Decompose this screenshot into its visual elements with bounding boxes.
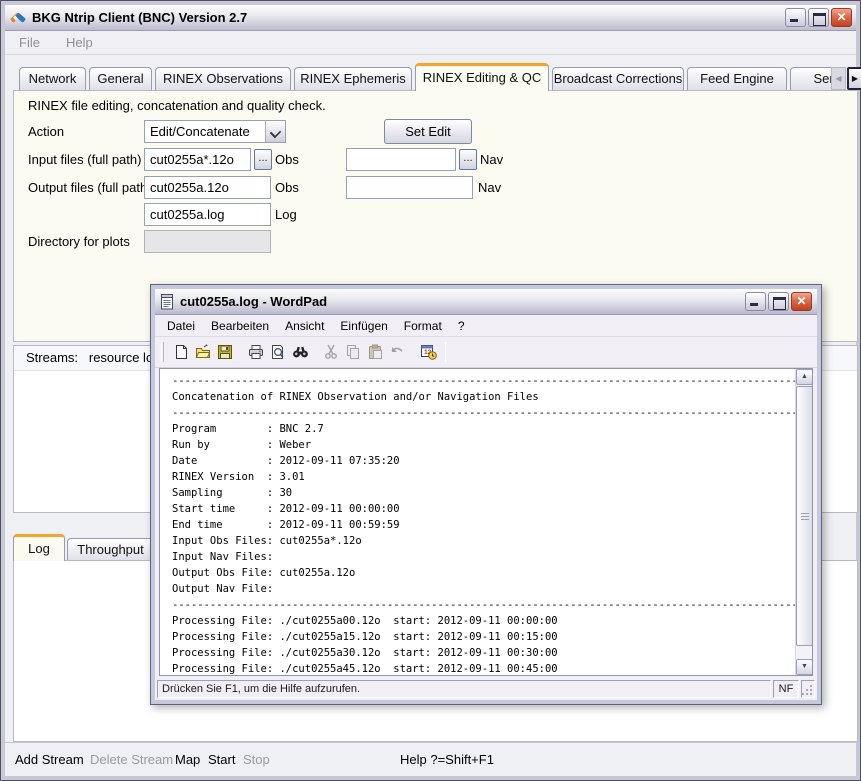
bnc-minimize-button[interactable] bbox=[785, 8, 806, 27]
wordpad-close-button[interactable]: ✕ bbox=[791, 292, 812, 311]
find-icon[interactable] bbox=[289, 341, 311, 363]
bnc-app-icon bbox=[9, 10, 27, 26]
output-obs-suffix-label: Obs bbox=[275, 176, 299, 200]
tab-rinex-observations[interactable]: RINEX Observations bbox=[155, 67, 291, 91]
print-icon[interactable] bbox=[245, 341, 267, 363]
toolbar-separator bbox=[445, 342, 446, 362]
tab-broadcast-corrections[interactable]: Broadcast Corrections bbox=[552, 67, 684, 91]
input-obs-suffix-label: Obs bbox=[275, 148, 299, 172]
wordpad-titlebar[interactable]: cut0255a.log - WordPad ✕ bbox=[155, 289, 817, 315]
action-label: Action bbox=[28, 120, 64, 144]
bottom-button-bar: Add Stream Delete Stream Map Start Stop … bbox=[5, 742, 856, 776]
menu-help[interactable]: Help bbox=[60, 33, 99, 52]
scroll-left-icon: ◀ bbox=[835, 74, 841, 83]
delete-stream-button[interactable]: Delete Stream bbox=[90, 752, 173, 767]
scrollbar-thumb[interactable] bbox=[796, 386, 813, 646]
chevron-down-icon[interactable] bbox=[265, 121, 285, 142]
output-log-field[interactable]: cut0255a.log bbox=[144, 203, 271, 226]
toolbar-gripper[interactable] bbox=[161, 342, 164, 362]
scroll-up-icon: ▲ bbox=[801, 373, 808, 380]
menu-hilfe[interactable]: ? bbox=[450, 317, 473, 335]
scrollbar-down-button[interactable]: ▼ bbox=[796, 659, 813, 675]
bnc-window-title: BKG Ntrip Client (BNC) Version 2.7 bbox=[32, 10, 785, 25]
menu-ansicht[interactable]: Ansicht bbox=[277, 317, 332, 335]
close-icon: ✕ bbox=[832, 9, 851, 26]
input-nav-browse-button[interactable]: ... bbox=[459, 149, 477, 170]
input-files-label: Input files (full path) bbox=[28, 148, 141, 172]
tab-network[interactable]: Network bbox=[19, 67, 86, 91]
wordpad-document-icon bbox=[160, 294, 175, 310]
new-document-icon[interactable] bbox=[170, 341, 192, 363]
menu-file[interactable]: File bbox=[13, 33, 46, 52]
action-combobox[interactable]: Edit/Concatenate bbox=[144, 120, 286, 143]
tab-scroll-left-button[interactable]: ◀ bbox=[831, 67, 846, 90]
tab-scroll-right-button[interactable]: ▶ bbox=[847, 67, 861, 90]
tab-feed-engine[interactable]: Feed Engine bbox=[687, 67, 787, 91]
open-icon[interactable] bbox=[192, 341, 214, 363]
tab-rinex-ephemeris[interactable]: RINEX Ephemeris bbox=[294, 67, 412, 91]
wordpad-toolbar: 12 bbox=[155, 337, 817, 368]
output-log-suffix-label: Log bbox=[275, 203, 297, 227]
wordpad-window-title: cut0255a.log - WordPad bbox=[180, 294, 745, 309]
menu-einfuegen[interactable]: Einfügen bbox=[332, 317, 395, 335]
wordpad-minimize-button[interactable] bbox=[745, 292, 766, 311]
menu-datei[interactable]: Datei bbox=[159, 317, 203, 335]
plots-directory-label: Directory for plots bbox=[28, 230, 130, 254]
paste-icon[interactable] bbox=[364, 341, 386, 363]
input-nav-suffix-label: Nav bbox=[480, 148, 503, 172]
action-combobox-value: Edit/Concatenate bbox=[145, 121, 265, 142]
resize-grip[interactable] bbox=[801, 680, 815, 698]
output-obs-field[interactable]: cut0255a.12o bbox=[144, 176, 271, 199]
scrollbar-up-button[interactable]: ▲ bbox=[796, 369, 813, 385]
tab-throughput[interactable]: Throughput bbox=[67, 538, 154, 561]
scroll-right-icon: ▶ bbox=[852, 74, 858, 83]
close-icon: ✕ bbox=[792, 293, 811, 310]
map-button[interactable]: Map bbox=[175, 752, 200, 767]
output-nav-field[interactable] bbox=[346, 176, 473, 199]
date-time-icon[interactable]: 12 bbox=[417, 341, 439, 363]
menu-bearbeiten[interactable]: Bearbeiten bbox=[203, 317, 277, 335]
output-files-label: Output files (full path) bbox=[28, 176, 152, 200]
tab-log[interactable]: Log bbox=[13, 534, 65, 561]
panel-intro-text: RINEX file editing, concatenation and qu… bbox=[28, 97, 326, 115]
wordpad-document-area: ----------------------------------------… bbox=[159, 368, 813, 676]
help-shortcut-button[interactable]: Help ?=Shift+F1 bbox=[400, 752, 494, 767]
bnc-close-button[interactable]: ✕ bbox=[831, 8, 852, 27]
status-message: Drücken Sie F1, um die Hilfe aufzurufen. bbox=[157, 680, 771, 698]
wordpad-window: cut0255a.log - WordPad ✕ Datei Bearbeite… bbox=[150, 284, 822, 705]
start-button[interactable]: Start bbox=[208, 752, 235, 767]
menu-format[interactable]: Format bbox=[396, 317, 450, 335]
wordpad-frame: cut0255a.log - WordPad ✕ Datei Bearbeite… bbox=[152, 286, 820, 703]
input-obs-browse-button[interactable]: ... bbox=[254, 149, 272, 170]
tab-bar: Network General RINEX Observations RINEX… bbox=[17, 63, 831, 91]
scroll-down-icon: ▼ bbox=[801, 663, 808, 670]
set-edit-options-button[interactable]: Set Edit Options bbox=[384, 119, 472, 144]
add-stream-button[interactable]: Add Stream bbox=[15, 752, 84, 767]
copy-icon[interactable] bbox=[342, 341, 364, 363]
save-icon[interactable] bbox=[214, 341, 236, 363]
wordpad-maximize-button[interactable] bbox=[768, 292, 789, 311]
tab-serial-output[interactable]: Seri bbox=[790, 67, 831, 91]
print-preview-icon[interactable] bbox=[267, 341, 289, 363]
input-nav-field[interactable] bbox=[346, 148, 456, 171]
input-obs-field[interactable]: cut0255a*.12o bbox=[144, 148, 251, 171]
bnc-maximize-button[interactable] bbox=[808, 8, 829, 27]
undo-icon[interactable] bbox=[386, 341, 408, 363]
streams-label: Streams: bbox=[26, 350, 78, 365]
tab-general[interactable]: General bbox=[89, 67, 152, 91]
vertical-scrollbar: ▲ ▼ bbox=[795, 369, 812, 675]
wordpad-statusbar: Drücken Sie F1, um die Hilfe aufzurufen.… bbox=[155, 678, 817, 700]
bnc-titlebar[interactable]: BKG Ntrip Client (BNC) Version 2.7 ✕ bbox=[5, 5, 856, 31]
output-nav-suffix-label: Nav bbox=[478, 176, 501, 200]
plots-directory-field bbox=[144, 230, 271, 253]
cut-icon[interactable] bbox=[320, 341, 342, 363]
bnc-menubar: File Help bbox=[5, 31, 856, 55]
document-text[interactable]: ----------------------------------------… bbox=[160, 369, 795, 675]
tab-rinex-editing-qc[interactable]: RINEX Editing & QC bbox=[415, 63, 549, 91]
stop-button[interactable]: Stop bbox=[243, 752, 270, 767]
status-nf-indicator: NF bbox=[773, 680, 799, 698]
wordpad-menubar: Datei Bearbeiten Ansicht Einfügen Format… bbox=[155, 315, 817, 337]
